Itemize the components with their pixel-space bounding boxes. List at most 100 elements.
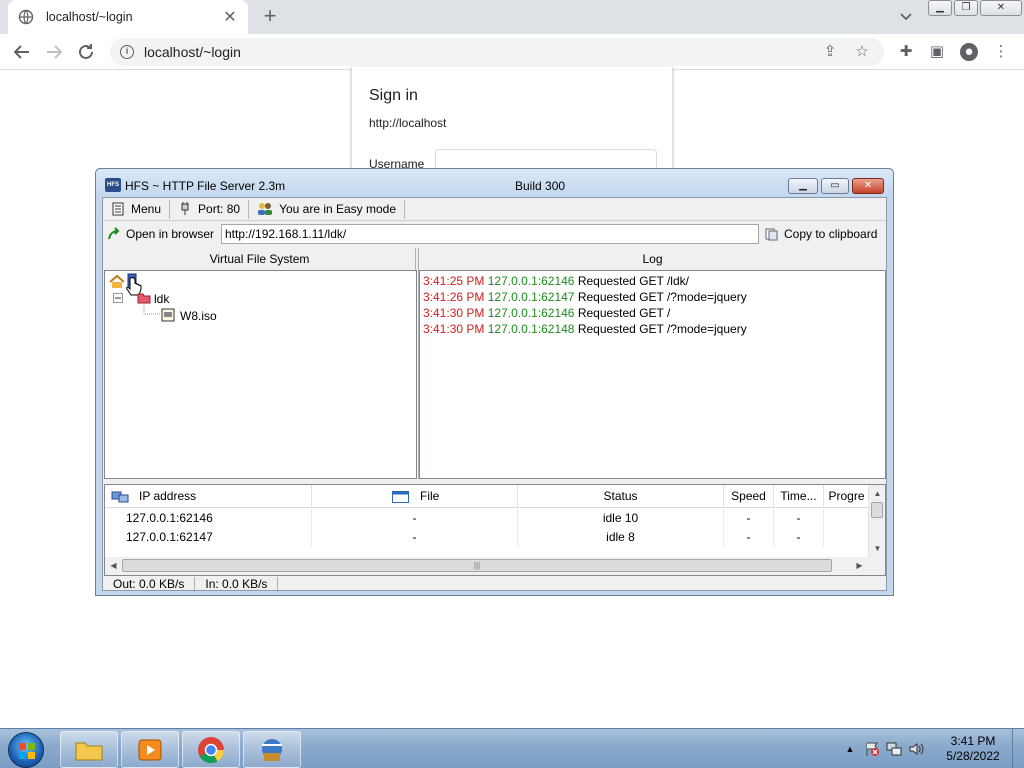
log-time: 3:41:25 PM: [423, 274, 485, 288]
cell-time: -: [774, 509, 824, 528]
mode-button[interactable]: You are in Easy mode: [249, 199, 406, 219]
column-time[interactable]: Time...: [774, 485, 824, 508]
close-icon[interactable]: ✕: [222, 7, 238, 27]
hfs-titlebar[interactable]: HFS HFS ~ HTTP File Server 2.3m Build 30…: [96, 169, 893, 197]
cell-status: idle 10: [518, 509, 724, 528]
column-ip[interactable]: IP address: [105, 485, 312, 508]
iso-file-icon: [161, 308, 175, 322]
log-line: 3:41:26 PM 127.0.0.1:62147 Requested GET…: [423, 290, 747, 304]
menu-label: Menu: [131, 202, 162, 216]
table-row[interactable]: 127.0.0.1:62147 - idle 8 - -: [105, 528, 869, 547]
volume-icon[interactable]: [908, 741, 924, 757]
tree-file-label[interactable]: W8.iso: [180, 309, 217, 323]
home-icon[interactable]: [109, 274, 125, 289]
hfs-build: Build 300: [515, 179, 566, 193]
globe-icon: [18, 9, 34, 25]
close-window-icon[interactable]: ✕: [980, 0, 1022, 16]
restore-icon[interactable]: ❐: [954, 0, 978, 16]
chevron-down-icon[interactable]: [896, 6, 916, 26]
users-icon: [258, 203, 273, 215]
hfs-menubar: Menu Port: 80 You are in Easy mode: [103, 198, 886, 221]
scroll-down-icon[interactable]: ▼: [869, 540, 886, 557]
arrow-icon: [108, 227, 120, 240]
scroll-left-icon[interactable]: ◀: [105, 557, 122, 574]
info-icon[interactable]: i: [120, 45, 134, 59]
scroll-right-icon[interactable]: ▶: [851, 557, 868, 574]
menu-button[interactable]: Menu: [103, 199, 171, 219]
connections-header: IP address File Status Speed Time... Pro…: [105, 485, 869, 508]
log-ip: 127.0.0.1:62148: [487, 322, 575, 336]
log-message: Requested GET /?mode=jquery: [577, 290, 747, 304]
clock-date: 5/28/2022: [946, 749, 1000, 763]
start-button[interactable]: [8, 732, 44, 768]
table-row[interactable]: 127.0.0.1:62146 - idle 10 - -: [105, 509, 869, 528]
media-player-icon: [138, 739, 162, 760]
cell-speed: -: [724, 528, 774, 547]
back-icon[interactable]: [10, 40, 34, 64]
forward-icon[interactable]: [42, 40, 66, 64]
cell-ip: 127.0.0.1:62146: [105, 509, 312, 528]
collapse-icon[interactable]: [113, 293, 123, 303]
cell-progress: [824, 528, 869, 547]
tray-expand-icon[interactable]: ▲: [842, 741, 858, 757]
minimize-icon[interactable]: ▁: [788, 178, 818, 194]
system-tray: ▲: [842, 729, 930, 768]
port-button[interactable]: Port: 80: [170, 199, 250, 219]
vfs-tree[interactable]: ldk W8.iso: [104, 270, 417, 479]
sidepanel-icon[interactable]: ▣: [928, 43, 946, 61]
horizontal-scrollbar[interactable]: ◀ ||| ▶: [105, 557, 885, 575]
log-line: 3:41:30 PM 127.0.0.1:62148 Requested GET…: [423, 322, 747, 336]
hfs-url-field[interactable]: http://192.168.1.11/ldk/: [221, 224, 759, 244]
mode-label: You are in Easy mode: [279, 202, 397, 216]
browser-tab[interactable]: localhost/~login ✕: [8, 0, 248, 34]
scroll-up-icon[interactable]: ▲: [869, 485, 886, 502]
log-message: Requested GET /: [577, 306, 671, 320]
column-status[interactable]: Status: [518, 485, 724, 508]
network-icon[interactable]: [886, 741, 902, 757]
tree-folder-label[interactable]: ldk: [154, 292, 169, 306]
column-ip-label: IP address: [139, 489, 197, 503]
cell-status: idle 8: [518, 528, 724, 547]
action-center-icon[interactable]: [864, 741, 880, 757]
taskbar-hfs[interactable]: [243, 731, 301, 768]
log-time: 3:41:30 PM: [423, 322, 485, 336]
window-icon: [392, 490, 409, 503]
extensions-icon[interactable]: ✚: [897, 43, 915, 61]
profile-icon[interactable]: ●: [960, 43, 978, 61]
address-bar[interactable]: i localhost/~login ⇪ ☆: [110, 38, 884, 66]
column-progress[interactable]: Progre: [824, 485, 869, 508]
show-desktop-button[interactable]: [1012, 729, 1024, 768]
minimize-icon[interactable]: ▁: [928, 0, 952, 16]
reload-icon[interactable]: [74, 40, 98, 64]
taskbar-clock[interactable]: 3:41 PM 5/28/2022: [942, 734, 1004, 764]
horizontal-scroll-thumb[interactable]: |||: [122, 559, 832, 572]
column-file[interactable]: File: [312, 485, 518, 508]
cell-file: -: [312, 528, 518, 547]
column-speed[interactable]: Speed: [724, 485, 774, 508]
taskbar-chrome[interactable]: [182, 731, 240, 768]
star-icon[interactable]: ☆: [852, 42, 872, 62]
signin-host: http://localhost: [369, 116, 447, 130]
new-tab-button[interactable]: +: [258, 4, 282, 28]
window-controls: ▁ ❐ ✕: [928, 0, 1022, 16]
vertical-scroll-thumb[interactable]: [871, 502, 883, 518]
menu-icon: [112, 202, 124, 216]
tree-connector: [143, 305, 160, 315]
address-text: localhost/~login: [144, 44, 241, 60]
connections-list[interactable]: IP address File Status Speed Time... Pro…: [104, 484, 886, 576]
copy-to-clipboard-button[interactable]: Copy to clipboard: [759, 227, 877, 241]
maximize-icon[interactable]: ▭: [821, 178, 849, 194]
vertical-scrollbar[interactable]: ▲ ▼: [868, 485, 885, 557]
signin-heading: Sign in: [369, 87, 418, 104]
open-in-browser-label: Open in browser: [126, 227, 215, 241]
kebab-menu-icon[interactable]: ⋮: [992, 43, 1010, 61]
windows-logo-icon: [19, 743, 35, 759]
close-icon[interactable]: ✕: [852, 178, 884, 194]
clipboard-icon: [765, 228, 778, 241]
share-icon[interactable]: ⇪: [820, 42, 840, 62]
log-panel[interactable]: 3:41:25 PM 127.0.0.1:62146 Requested GET…: [419, 270, 886, 479]
open-in-browser-button[interactable]: Open in browser: [103, 227, 221, 241]
log-ip: 127.0.0.1:62147: [487, 290, 575, 304]
taskbar-explorer[interactable]: [60, 731, 118, 768]
taskbar-media-player[interactable]: [121, 731, 179, 768]
